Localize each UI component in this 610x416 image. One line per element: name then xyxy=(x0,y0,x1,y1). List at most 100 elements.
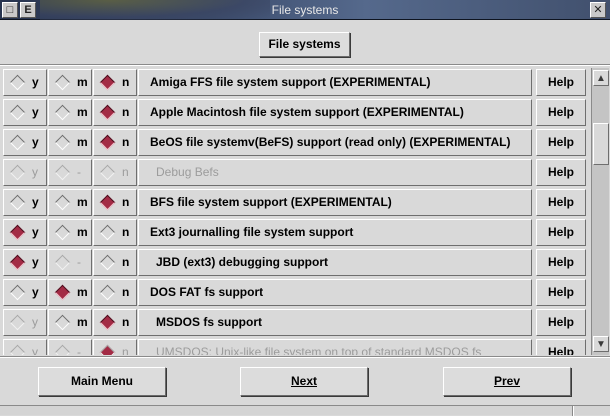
option-row: y m n DOS FAT fs support Help xyxy=(0,278,591,306)
option-n-radio[interactable]: n xyxy=(93,69,137,96)
radio-diamond-icon xyxy=(99,224,116,241)
option-y-letter: y xyxy=(32,225,39,239)
option-n-radio[interactable]: n xyxy=(93,219,137,246)
option-n-radio[interactable]: n xyxy=(93,129,137,156)
option-label: UMSDOS: Unix-like file system on top of … xyxy=(156,345,482,355)
option-row: y m n BFS file system support (EXPERIMENTAL… xyxy=(0,188,591,216)
help-button[interactable]: Help xyxy=(536,189,586,216)
option-y-radio[interactable]: y xyxy=(3,69,47,96)
option-y-radio[interactable]: y xyxy=(3,219,47,246)
scroll-up-arrow-icon[interactable]: ▲ xyxy=(593,70,609,86)
option-m-radio: - xyxy=(48,159,92,186)
help-button[interactable]: Help xyxy=(536,159,586,186)
next-button[interactable]: Next xyxy=(240,367,368,396)
option-n-radio[interactable]: n xyxy=(93,99,137,126)
window-title: File systems xyxy=(271,3,339,17)
option-label: Ext3 journalling file system support xyxy=(150,225,354,239)
option-n-radio[interactable]: n xyxy=(93,189,137,216)
option-n-radio: n xyxy=(93,339,137,355)
radio-diamond-icon xyxy=(99,344,116,355)
option-label-cell: JBD (ext3) debugging support xyxy=(138,249,532,276)
option-m-radio[interactable]: m xyxy=(48,69,92,96)
option-y-radio[interactable]: y xyxy=(3,129,47,156)
radio-diamond-icon xyxy=(54,164,71,181)
radio-diamond-icon xyxy=(9,134,26,151)
option-m-radio: - xyxy=(48,339,92,355)
option-m-radio[interactable]: m xyxy=(48,309,92,336)
option-m-radio[interactable]: m xyxy=(48,99,92,126)
option-y-letter: y xyxy=(32,135,39,149)
option-y-radio[interactable]: y xyxy=(3,249,47,276)
option-y-letter: y xyxy=(32,345,38,355)
option-m-radio[interactable]: m xyxy=(48,129,92,156)
option-m-radio[interactable]: m xyxy=(48,189,92,216)
option-label: Amiga FFS file system support (EXPERIMEN… xyxy=(150,75,431,89)
radio-diamond-icon xyxy=(54,224,71,241)
radio-diamond-icon xyxy=(9,164,26,181)
file-systems-header-button[interactable]: File systems xyxy=(259,32,350,57)
option-m-letter: m xyxy=(77,135,88,149)
option-n-radio[interactable]: n xyxy=(93,279,137,306)
help-button[interactable]: Help xyxy=(536,219,586,246)
option-m-letter: m xyxy=(77,75,88,89)
option-y-radio[interactable]: y xyxy=(3,279,47,306)
title-bar[interactable]: □ E File systems ✕ xyxy=(0,0,610,20)
option-n-radio[interactable]: n xyxy=(93,249,137,276)
scroll-thumb[interactable] xyxy=(593,123,609,165)
radio-diamond-icon xyxy=(54,104,71,121)
help-button[interactable]: Help xyxy=(536,339,586,355)
radio-diamond-icon xyxy=(9,344,26,355)
prev-button-label: Prev xyxy=(493,374,521,388)
radio-diamond-icon xyxy=(99,104,116,121)
option-y-radio[interactable]: y xyxy=(3,189,47,216)
option-m-radio: - xyxy=(48,249,92,276)
radio-diamond-icon xyxy=(9,74,26,91)
radio-diamond-icon xyxy=(99,134,116,151)
help-button[interactable]: Help xyxy=(536,279,586,306)
option-m-letter: m xyxy=(77,225,88,239)
help-button[interactable]: Help xyxy=(536,69,586,96)
next-button-label: Next xyxy=(290,374,317,388)
main-menu-button[interactable]: Main Menu xyxy=(38,367,166,396)
option-label-cell: BFS file system support (EXPERIMENTAL) xyxy=(138,189,532,216)
option-m-radio[interactable]: m xyxy=(48,279,92,306)
header-separator xyxy=(0,64,610,66)
radio-diamond-icon xyxy=(54,344,71,355)
help-button[interactable]: Help xyxy=(536,129,586,156)
option-label-cell: Apple Macintosh file system support (EXP… xyxy=(138,99,532,126)
option-label: Debug Befs xyxy=(156,165,219,179)
option-row: y m n Apple Macintosh file system support (… xyxy=(0,98,591,126)
help-button[interactable]: Help xyxy=(536,99,586,126)
option-y-letter: y xyxy=(32,285,39,299)
option-n-letter: n xyxy=(122,195,130,209)
option-y-radio[interactable]: y xyxy=(3,99,47,126)
radio-diamond-icon xyxy=(9,254,26,271)
option-label-cell: UMSDOS: Unix-like file system on top of … xyxy=(138,339,532,355)
vertical-scrollbar[interactable]: ▲ ▼ xyxy=(591,68,609,355)
option-y-letter: y xyxy=(32,195,39,209)
option-n-radio: n xyxy=(93,159,137,186)
help-button[interactable]: Help xyxy=(536,309,586,336)
status-strip xyxy=(0,405,610,416)
option-row: y - n Debug Befs Help xyxy=(0,158,591,186)
radio-diamond-icon xyxy=(54,134,71,151)
prev-button[interactable]: Prev xyxy=(443,367,571,396)
option-n-letter: n xyxy=(122,315,130,329)
radio-diamond-icon xyxy=(54,284,71,301)
option-m-letter: - xyxy=(77,345,81,355)
option-label-cell: BeOS file systemv(BeFS) support (read on… xyxy=(138,129,532,156)
option-n-letter: n xyxy=(122,165,129,179)
option-y-letter: y xyxy=(32,165,38,179)
option-label: Apple Macintosh file system support (EXP… xyxy=(150,105,464,119)
radio-diamond-icon xyxy=(9,224,26,241)
option-n-radio[interactable]: n xyxy=(93,309,137,336)
option-n-letter: n xyxy=(122,225,130,239)
option-label-cell: DOS FAT fs support xyxy=(138,279,532,306)
option-row: y m n Ext3 journalling file system support H… xyxy=(0,218,591,246)
close-button[interactable]: ✕ xyxy=(590,2,606,18)
option-m-radio[interactable]: m xyxy=(48,219,92,246)
radio-diamond-icon xyxy=(99,254,116,271)
scroll-down-arrow-icon[interactable]: ▼ xyxy=(593,336,609,352)
help-button[interactable]: Help xyxy=(536,249,586,276)
footer-separator xyxy=(0,356,610,358)
